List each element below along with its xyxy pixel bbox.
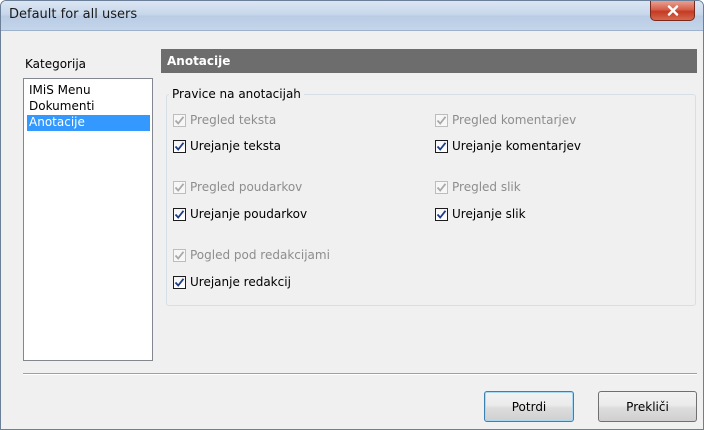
- close-button[interactable]: [650, 1, 695, 21]
- check-icon: [174, 250, 185, 260]
- checkbox-box[interactable]: [435, 113, 448, 127]
- close-icon: [667, 5, 678, 16]
- checkbox-pregled-teksta[interactable]: Pregled teksta: [173, 112, 276, 128]
- checkbox-box[interactable]: [435, 207, 448, 221]
- section-header: Anotacije: [161, 49, 697, 73]
- category-item-dokumenti[interactable]: Dokumenti: [27, 99, 150, 115]
- checkbox-box[interactable]: [173, 139, 186, 153]
- check-icon: [174, 141, 185, 151]
- checkbox-urejanje-slik[interactable]: Urejanje slik: [435, 206, 526, 222]
- group-title: Pravice na anotacijah: [169, 87, 304, 101]
- confirm-button[interactable]: Potrdi: [484, 391, 574, 422]
- checkbox-label: Pregled teksta: [190, 113, 277, 127]
- checkbox-urejanje-poudarkov[interactable]: Urejanje poudarkov: [173, 206, 307, 222]
- check-icon: [436, 209, 447, 219]
- checkbox-label: Urejanje redakcij: [190, 275, 291, 289]
- checkbox-box[interactable]: [173, 275, 186, 289]
- checkbox-urejanje-teksta[interactable]: Urejanje teksta: [173, 138, 281, 154]
- category-item-anotacije[interactable]: Anotacije: [27, 115, 150, 131]
- checkbox-pregled-poudarkov[interactable]: Pregled poudarkov: [173, 179, 302, 195]
- title-bar[interactable]: Default for all users: [1, 1, 703, 31]
- dialog-window: Default for all users Kategorija IMiS Me…: [0, 0, 704, 430]
- checkbox-label: Urejanje poudarkov: [190, 207, 308, 221]
- checkbox-label: Urejanje teksta: [190, 139, 282, 153]
- category-label: Kategorija: [25, 57, 87, 71]
- checkbox-box[interactable]: [173, 180, 186, 194]
- checkbox-pregled-komentarjev[interactable]: Pregled komentarjev: [435, 112, 576, 128]
- checkbox-label: Pregled poudarkov: [190, 180, 303, 194]
- checkbox-urejanje-redakcij[interactable]: Urejanje redakcij: [173, 274, 291, 290]
- checkbox-pregled-slik[interactable]: Pregled slik: [435, 179, 521, 195]
- separator: [23, 373, 697, 375]
- checkbox-label: Urejanje komentarjev: [452, 139, 582, 153]
- checkbox-label: Pregled slik: [452, 180, 521, 194]
- check-icon: [174, 182, 185, 192]
- checkbox-box[interactable]: [173, 207, 186, 221]
- checkbox-box[interactable]: [435, 139, 448, 153]
- check-icon: [436, 182, 447, 192]
- checkbox-label: Urejanje slik: [452, 207, 526, 221]
- check-icon: [436, 115, 447, 125]
- window-title: Default for all users: [9, 7, 138, 22]
- checkbox-label: Pogled pod redakcijami: [190, 248, 330, 262]
- check-icon: [174, 115, 185, 125]
- checkbox-label: Pregled komentarjev: [452, 113, 577, 127]
- checkbox-pogled-pod-redakcijami[interactable]: Pogled pod redakcijami: [173, 247, 330, 263]
- checkbox-box[interactable]: [173, 113, 186, 127]
- checkbox-box[interactable]: [435, 180, 448, 194]
- category-list[interactable]: IMiS Menu Dokumenti Anotacije: [23, 78, 153, 361]
- cancel-button[interactable]: Prekliči: [598, 391, 697, 422]
- check-icon: [174, 277, 185, 287]
- checkbox-urejanje-komentarjev[interactable]: Urejanje komentarjev: [435, 138, 581, 154]
- category-item-imis-menu[interactable]: IMiS Menu: [27, 83, 150, 99]
- check-icon: [174, 209, 185, 219]
- checkbox-box[interactable]: [173, 248, 186, 262]
- check-icon: [436, 141, 447, 151]
